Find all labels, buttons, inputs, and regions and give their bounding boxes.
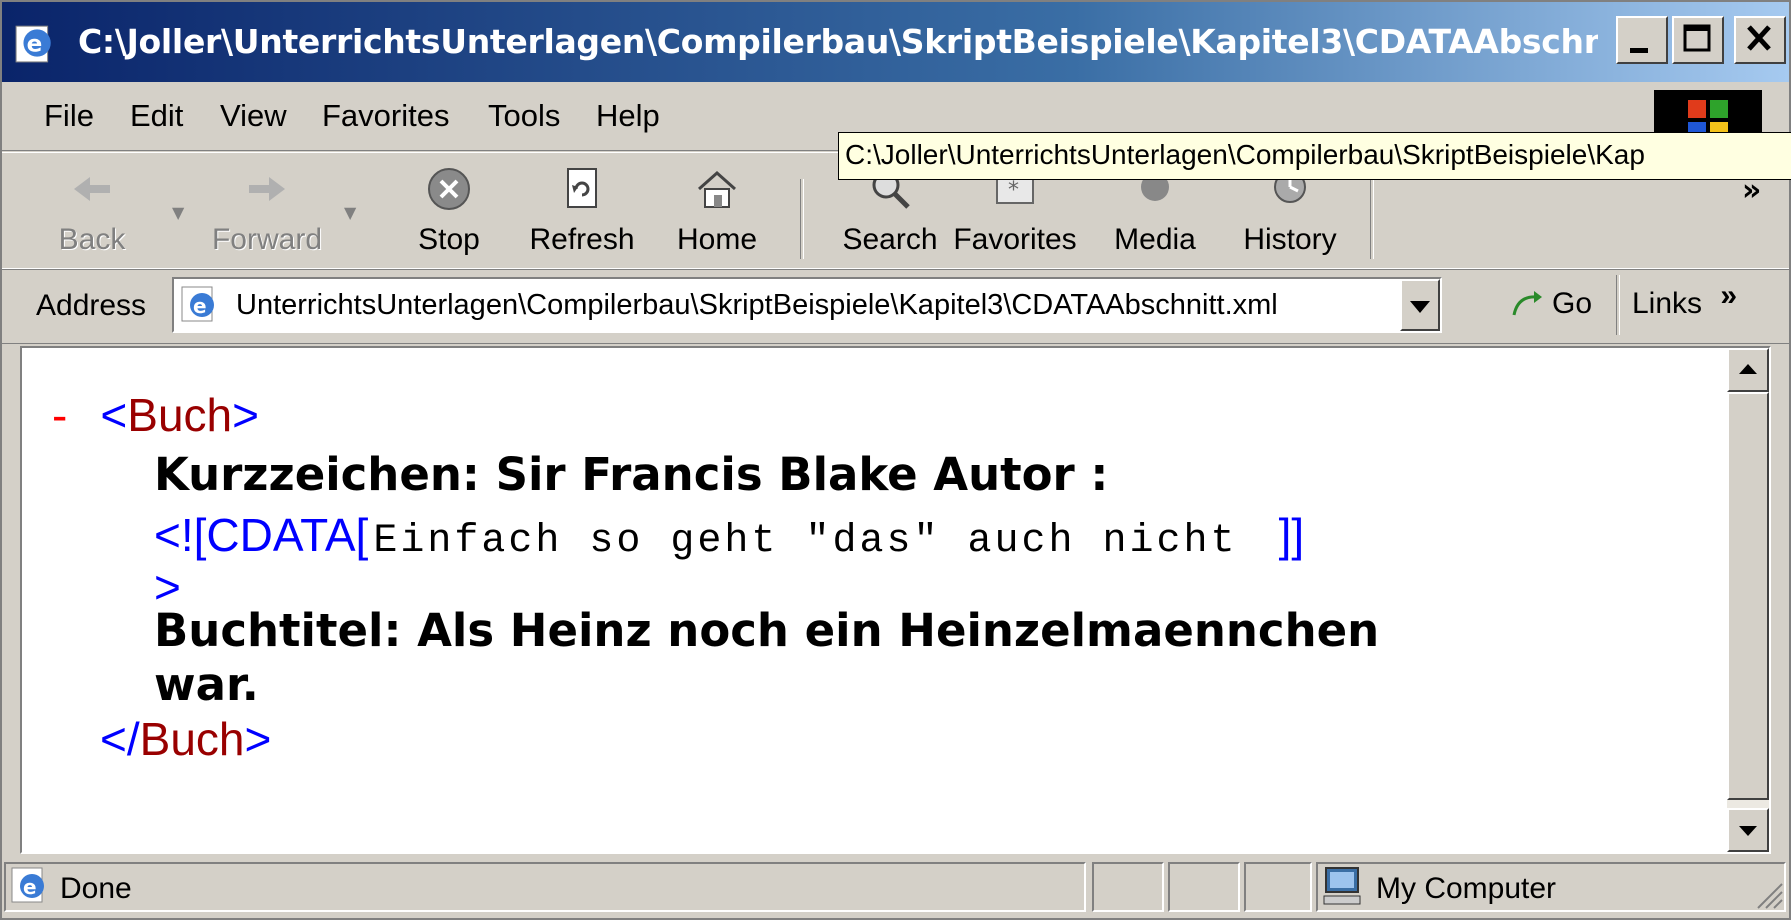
search-label: Search xyxy=(842,223,938,256)
back-dropdown-arrow[interactable]: ▼ xyxy=(172,203,184,222)
scroll-up-button[interactable] xyxy=(1727,348,1769,392)
address-bar: Address e UnterrichtsUnterlagen\Compiler… xyxy=(2,268,1789,344)
refresh-icon xyxy=(567,168,597,208)
ie-page-icon: e xyxy=(15,25,51,63)
open-bracket: < xyxy=(100,389,128,441)
arrow-down-icon xyxy=(1739,826,1757,836)
forward-button[interactable]: Forward xyxy=(202,153,332,269)
status-pane-main xyxy=(4,862,1086,912)
xml-open-tag-line: - <Buch> xyxy=(52,388,259,442)
collapse-toggle[interactable]: - xyxy=(52,389,67,441)
home-button[interactable]: Home xyxy=(662,153,772,269)
history-label: History xyxy=(1243,223,1337,256)
resize-grip-icon[interactable] xyxy=(1754,880,1784,910)
menu-edit[interactable]: Edit xyxy=(130,98,183,134)
browser-window: e C:\Joller\UnterrichtsUnterlagen\Compil… xyxy=(0,0,1791,920)
address-label: Address xyxy=(36,289,147,322)
forward-dropdown-arrow[interactable]: ▼ xyxy=(344,203,356,222)
chevron-down-icon xyxy=(1410,301,1430,313)
links-label: Links xyxy=(1632,287,1703,320)
status-pane xyxy=(1244,862,1312,912)
xml-close-tag-line: </Buch> xyxy=(100,712,271,766)
scroll-thumb[interactable] xyxy=(1727,392,1769,800)
favorites-label: Favorites xyxy=(953,223,1077,256)
stop-icon xyxy=(428,168,470,210)
forward-label: Forward xyxy=(211,223,323,256)
refresh-button[interactable]: Refresh xyxy=(522,153,642,269)
zone-text: My Computer xyxy=(1376,872,1557,905)
cdata-text: Einfach so geht "das" auch nicht xyxy=(373,519,1238,564)
title-bar[interactable]: e C:\Joller\UnterrichtsUnterlagen\Compil… xyxy=(2,2,1789,82)
my-computer-icon xyxy=(1323,867,1361,905)
minimize-icon xyxy=(1630,48,1648,53)
svg-text:e: e xyxy=(27,31,43,57)
stop-label: Stop xyxy=(418,223,480,256)
svg-text:e: e xyxy=(193,294,207,318)
cdata-close: ]] xyxy=(1278,509,1305,561)
arrow-up-icon xyxy=(1739,364,1757,374)
text-node-2a: Buchtitel: Als Heinz noch ein Heinzelmae… xyxy=(154,604,1379,657)
menu-favorites[interactable]: Favorites xyxy=(322,98,449,134)
close-bracket: </ xyxy=(100,713,140,765)
ie-page-icon: e xyxy=(181,286,214,322)
document-view[interactable]: - <Buch> Kurzzeichen: Sir Francis Blake … xyxy=(20,346,1771,854)
text-buchtitel: Buchtitel: Als Heinz noch ein Heinzelmae… xyxy=(154,604,1380,657)
text-node-2b: war. xyxy=(154,658,259,711)
text-node-1: Kurzzeichen: Sir Francis Blake Autor : xyxy=(154,448,1108,501)
open-tag-name: Buch xyxy=(127,389,233,441)
forward-arrow-icon xyxy=(249,177,285,201)
close-button[interactable] xyxy=(1734,16,1786,64)
go-button[interactable]: Go xyxy=(1502,283,1612,331)
vertical-scrollbar[interactable] xyxy=(1727,348,1769,852)
close-tag-name: Buch xyxy=(139,713,245,765)
go-arrow-icon xyxy=(1512,291,1542,316)
address-value: UnterrichtsUnterlagen\Compilerbau\Skript… xyxy=(236,289,1278,321)
address-tooltip: C:\Joller\UnterrichtsUnterlagen\Compiler… xyxy=(838,132,1791,180)
text-kurzzeichen: Kurzzeichen: Sir Francis Blake Autor : xyxy=(154,448,1109,501)
cdata-open: <![CDATA[ xyxy=(154,509,369,561)
links-button[interactable]: Links » xyxy=(1632,279,1737,321)
address-dropdown-button[interactable] xyxy=(1400,279,1440,331)
status-pane xyxy=(1092,862,1164,912)
svg-text:*: * xyxy=(1008,178,1019,203)
menu-tools[interactable]: Tools xyxy=(488,98,560,134)
status-pane xyxy=(1168,862,1240,912)
media-label: Media xyxy=(1114,223,1196,256)
toolbar-separator xyxy=(800,179,804,259)
menu-help[interactable]: Help xyxy=(596,98,660,134)
text-buchtitel-cont: war. xyxy=(154,658,259,711)
back-button[interactable]: Back xyxy=(42,153,142,269)
cdata-line: <![CDATA[ Einfach so geht "das" auch nic… xyxy=(154,508,1304,564)
close-icon xyxy=(1747,25,1771,51)
open-bracket-close: > xyxy=(232,389,260,441)
home-label: Home xyxy=(676,223,758,256)
maximize-icon xyxy=(1683,24,1711,52)
menu-view[interactable]: View xyxy=(220,98,287,134)
close-bracket-end: > xyxy=(244,713,272,765)
stop-button[interactable]: Stop xyxy=(394,153,504,269)
refresh-label: Refresh xyxy=(529,223,635,256)
status-bar: e Done My Computer xyxy=(2,856,1789,918)
window-title: C:\Joller\UnterrichtsUnterlagen\Compiler… xyxy=(78,22,1598,61)
home-icon xyxy=(698,170,736,208)
minimize-button[interactable] xyxy=(1616,16,1668,64)
links-chevron: » xyxy=(1720,279,1738,312)
back-label: Back xyxy=(58,223,126,256)
toolbar-separator xyxy=(1370,179,1374,259)
menu-file[interactable]: File xyxy=(44,98,94,134)
back-arrow-icon xyxy=(74,177,110,201)
maximize-button[interactable] xyxy=(1672,16,1724,64)
go-label: Go xyxy=(1552,287,1593,320)
address-separator xyxy=(1616,275,1620,335)
scroll-down-button[interactable] xyxy=(1727,808,1769,852)
address-field[interactable]: e UnterrichtsUnterlagen\Compilerbau\Skri… xyxy=(172,277,1442,333)
